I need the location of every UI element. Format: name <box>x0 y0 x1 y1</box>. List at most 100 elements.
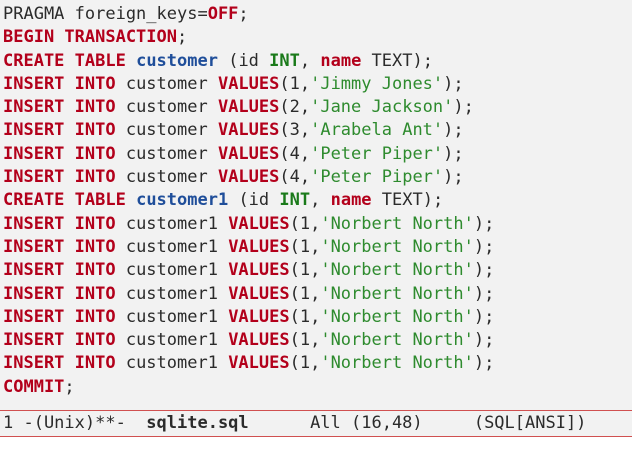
code-line[interactable]: COMMIT; <box>3 376 494 399</box>
sql-text: customer1 <box>115 353 229 374</box>
code-line[interactable]: BEGIN TRANSACTION; <box>3 26 494 49</box>
sql-keyword: INSERT INTO <box>3 120 116 141</box>
sql-string: 'Norbert North' <box>320 306 474 327</box>
sql-text: ; <box>238 4 249 24</box>
sql-text: (1, <box>289 283 321 304</box>
sql-keyword: VALUES <box>217 167 280 188</box>
sql-text: (id <box>217 50 270 71</box>
code-line[interactable]: INSERT INTO customer1 VALUES(1,'Norbert … <box>3 329 494 352</box>
code-line[interactable]: INSERT INTO customer1 VALUES(1,'Norbert … <box>3 259 494 282</box>
sql-keyword: COMMIT <box>3 376 65 397</box>
sql-text: TEXT); <box>371 190 444 211</box>
sql-keyword: INSERT INTO <box>3 143 116 164</box>
sql-text: ); <box>473 306 495 327</box>
sql-keyword: BEGIN TRANSACTION <box>3 27 177 48</box>
sql-keyword: VALUES <box>228 306 290 327</box>
code-line[interactable]: CREATE TABLE customer1 (id INT, name TEX… <box>3 189 494 212</box>
sql-keyword: CREATE TABLE <box>3 50 126 71</box>
sql-keyword: INSERT INTO <box>3 73 116 94</box>
code-line[interactable]: INSERT INTO customer1 VALUES(1,'Norbert … <box>3 352 494 375</box>
modeline-major-mode: (SQL[ANSI]) <box>473 413 587 433</box>
code-line[interactable]: INSERT INTO customer VALUES(2,'Jane Jack… <box>3 96 494 119</box>
sql-text: ); <box>473 330 495 351</box>
sql-text: ; <box>64 376 75 397</box>
editor-buffer[interactable]: PRAGMA foreign_keys=OFF; BEGIN TRANSACTIO… <box>0 0 632 410</box>
sql-text: customer <box>115 73 218 94</box>
sql-keyword: OFF <box>207 4 239 24</box>
modeline-buffer-name: sqlite.sql <box>146 413 249 433</box>
sql-text: customer1 <box>115 306 229 327</box>
sql-keyword: VALUES <box>217 73 280 94</box>
sql-string: 'Norbert North' <box>320 236 474 257</box>
sql-string: 'Arabela Ant' <box>310 120 444 141</box>
sql-keyword: INSERT INTO <box>3 97 116 118</box>
sql-text: (1, <box>289 306 321 327</box>
code-line[interactable]: INSERT INTO customer1 VALUES(1,'Norbert … <box>3 283 494 306</box>
sql-type: INT <box>279 190 311 211</box>
sql-keyword: VALUES <box>228 353 290 374</box>
sql-text: customer1 <box>115 330 229 351</box>
code-line[interactable]: INSERT INTO customer1 VALUES(1,'Norbert … <box>3 306 494 329</box>
sql-keyword: VALUES <box>228 283 290 304</box>
sql-keyword: VALUES <box>217 97 280 118</box>
code-area[interactable]: PRAGMA foreign_keys=OFF; BEGIN TRANSACTIO… <box>3 3 494 399</box>
modeline-status: 1 -(Unix)**- <box>3 413 147 433</box>
sql-keyword: INSERT INTO <box>3 213 116 234</box>
sql-text: PRAGMA foreign_keys= <box>3 4 208 24</box>
sql-string: 'Norbert North' <box>320 260 474 281</box>
sql-text: (1, <box>279 73 311 94</box>
sql-text: , <box>310 190 331 211</box>
sql-text: customer1 <box>115 236 229 257</box>
sql-text: (4, <box>279 167 311 188</box>
sql-text: ); <box>453 97 474 118</box>
sql-text: ); <box>473 353 495 374</box>
sql-keyword: VALUES <box>228 213 290 234</box>
sql-text: , <box>299 50 321 71</box>
sql-text: customer1 <box>115 260 229 281</box>
sql-text: (1, <box>289 236 321 257</box>
sql-string: 'Jimmy Jones' <box>310 73 444 94</box>
code-line[interactable]: PRAGMA foreign_keys=OFF; <box>3 3 494 26</box>
sql-type: INT <box>269 50 300 71</box>
minibuffer[interactable] <box>0 437 632 455</box>
sql-keyword: INSERT INTO <box>3 353 116 374</box>
sql-table-name: customer1 <box>136 190 229 211</box>
sql-keyword: VALUES <box>217 143 280 164</box>
sql-text: ); <box>473 260 495 281</box>
sql-string: 'Jane Jackson' <box>310 97 454 118</box>
sql-string: 'Norbert North' <box>320 213 474 234</box>
code-line[interactable]: INSERT INTO customer VALUES(4,'Peter Pip… <box>3 143 494 166</box>
sql-string: 'Norbert North' <box>320 330 474 351</box>
sql-text: customer <box>115 120 218 141</box>
sql-keyword: INSERT INTO <box>3 167 116 188</box>
sql-text: customer <box>115 167 218 188</box>
sql-text: customer1 <box>115 283 229 304</box>
sql-text: (1, <box>289 260 321 281</box>
sql-keyword: INSERT INTO <box>3 283 116 304</box>
sql-text: TEXT); <box>361 50 433 71</box>
sql-text: customer1 <box>115 213 229 234</box>
sql-text: ); <box>443 73 464 94</box>
code-line[interactable]: INSERT INTO customer1 VALUES(1,'Norbert … <box>3 213 494 236</box>
code-line[interactable]: INSERT INTO customer VALUES(4,'Peter Pip… <box>3 166 494 189</box>
sql-keyword: INSERT INTO <box>3 236 116 257</box>
modeline-position: All (16,48) <box>248 413 474 433</box>
code-line[interactable]: CREATE TABLE customer (id INT, name TEXT… <box>3 50 494 73</box>
code-line[interactable]: INSERT INTO customer VALUES(1,'Jimmy Jon… <box>3 73 494 96</box>
sql-keyword: name <box>330 190 372 211</box>
sql-string: 'Norbert North' <box>320 283 474 304</box>
sql-table-name: customer <box>136 50 218 71</box>
code-line[interactable]: INSERT INTO customer1 VALUES(1,'Norbert … <box>3 236 494 259</box>
sql-text: (1, <box>289 353 321 374</box>
sql-text: (id <box>228 190 280 211</box>
sql-keyword: VALUES <box>228 260 290 281</box>
sql-string: 'Peter Piper' <box>310 167 444 188</box>
sql-keyword: CREATE TABLE <box>3 190 126 211</box>
code-line[interactable]: INSERT INTO customer VALUES(3,'Arabela A… <box>3 119 494 142</box>
sql-text: ; <box>177 27 188 48</box>
sql-text: customer <box>115 143 218 164</box>
sql-text: (2, <box>279 97 311 118</box>
sql-text: ); <box>443 120 464 141</box>
